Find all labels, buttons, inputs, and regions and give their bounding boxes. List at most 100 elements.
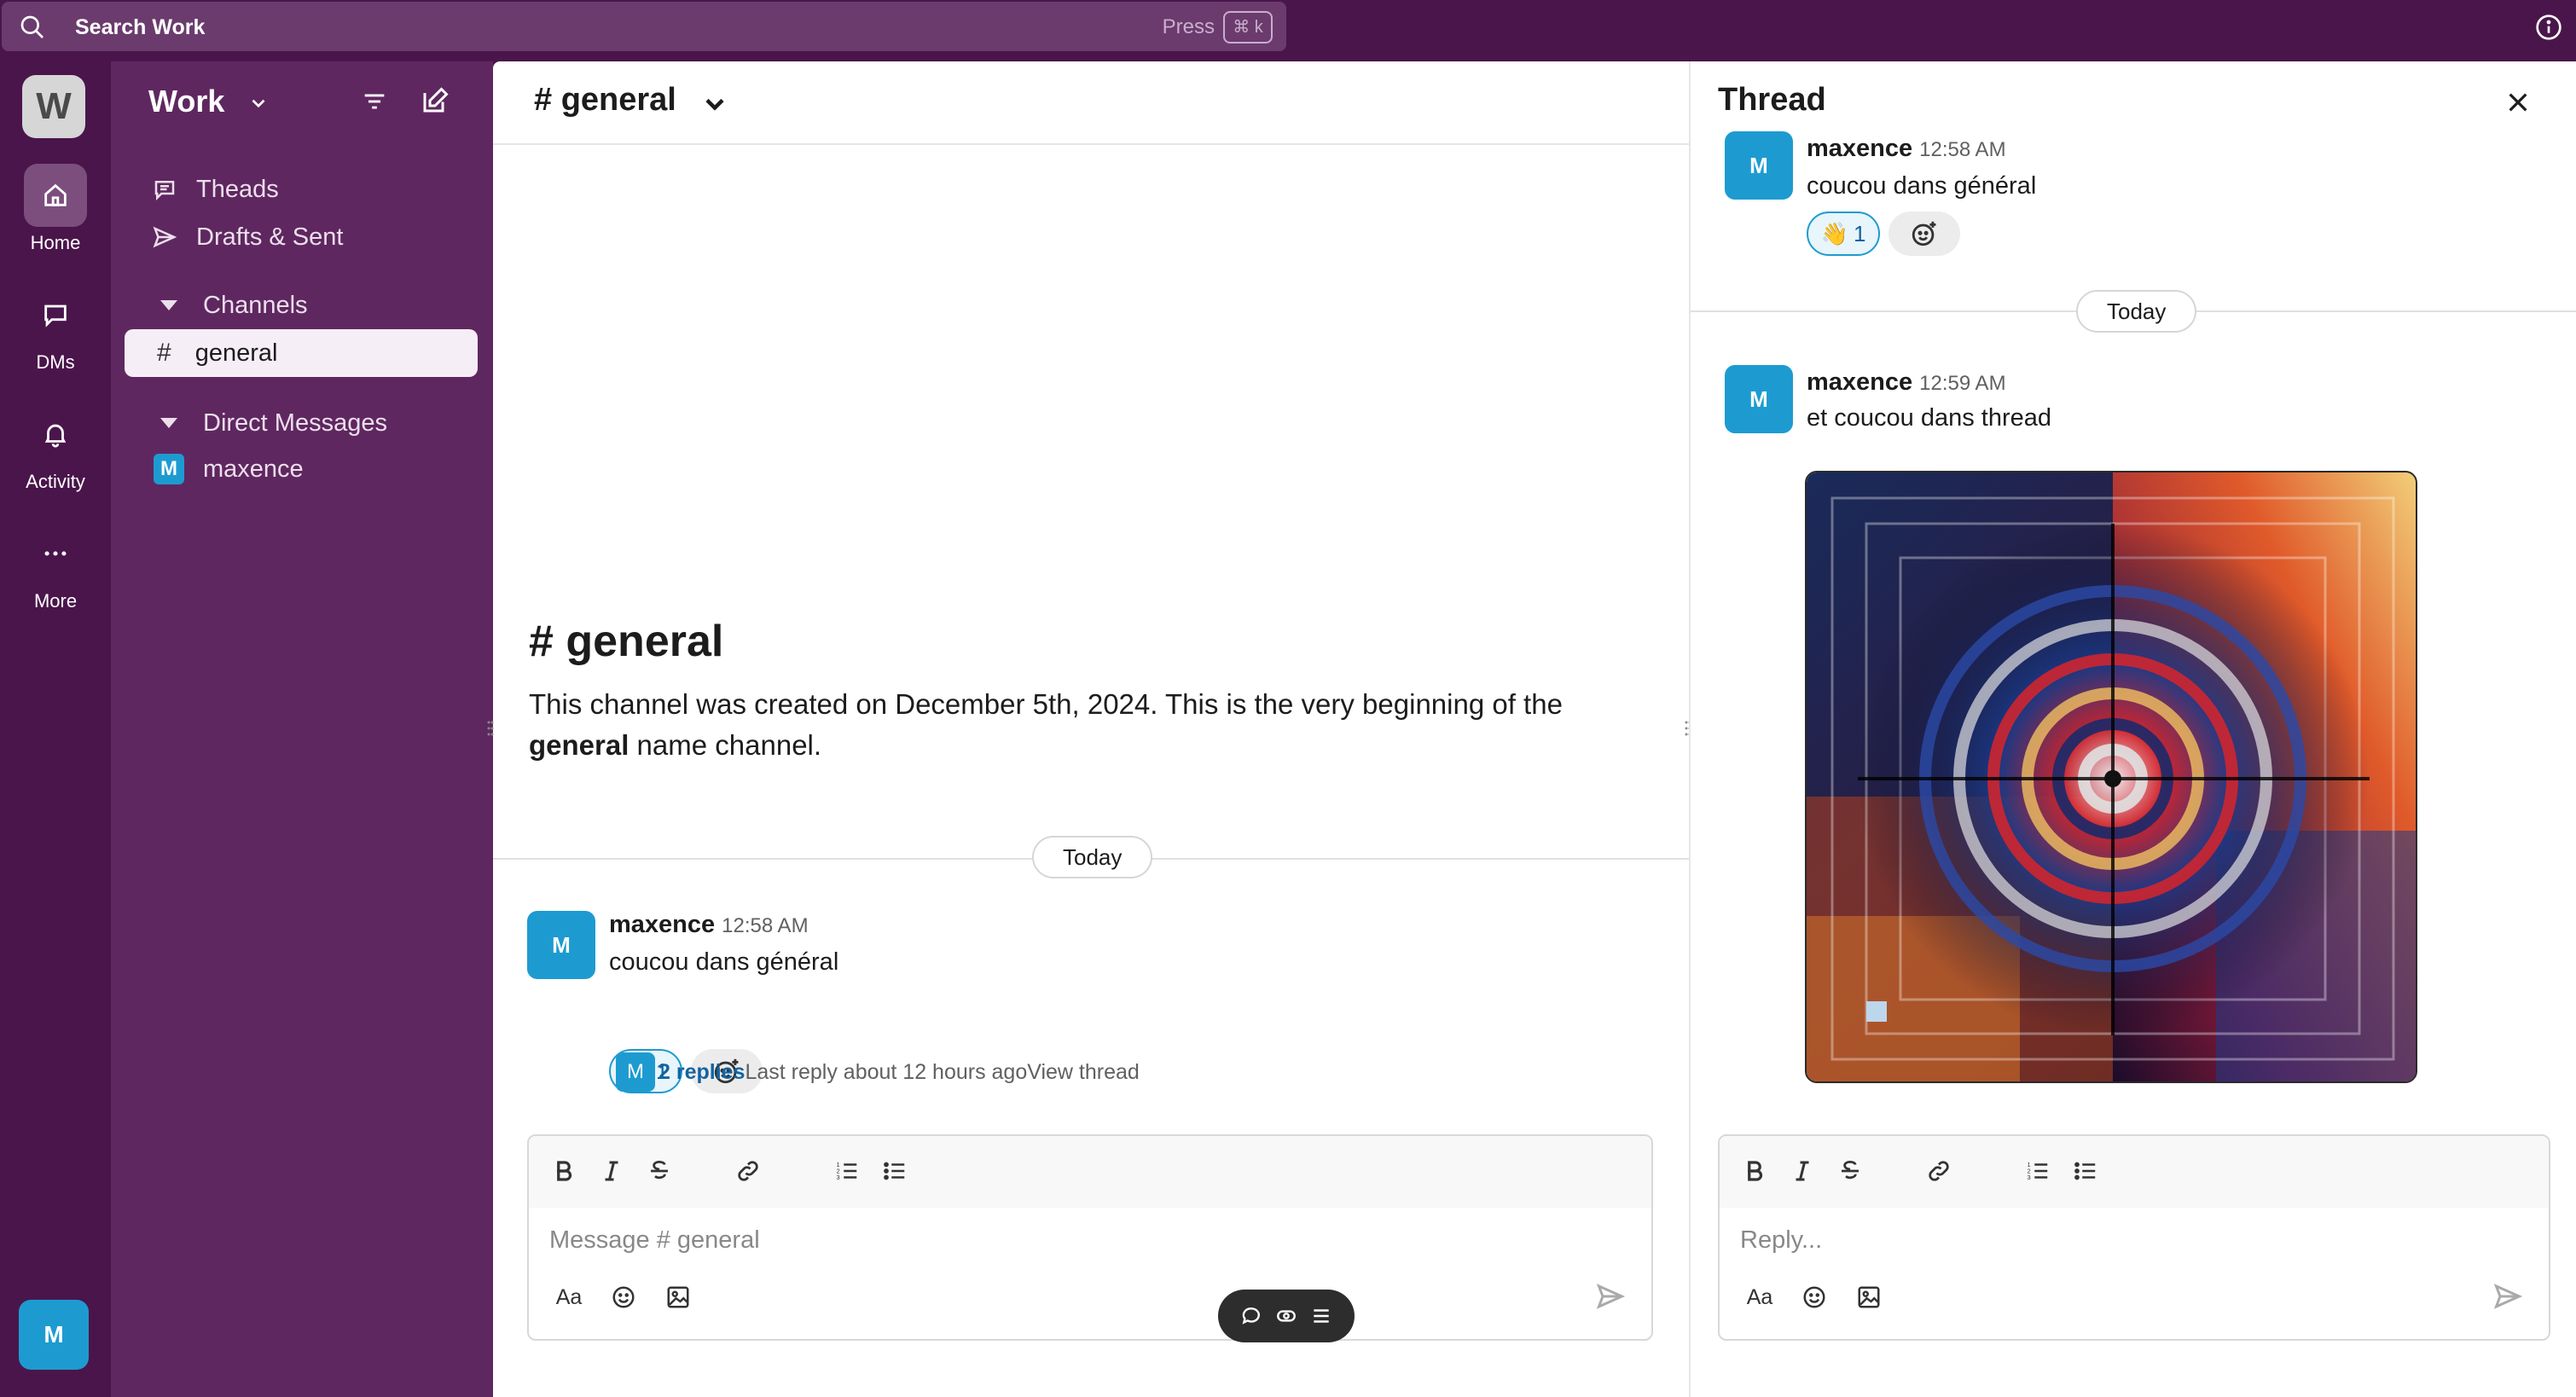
emoji-button[interactable] xyxy=(609,1283,638,1312)
dm-section-toggle[interactable]: Direct Messages xyxy=(154,403,387,443)
caret-down-icon xyxy=(160,418,177,428)
message-time: 12:58 AM xyxy=(722,914,809,937)
text-format-icon: Aa xyxy=(555,1284,583,1309)
sidebar-item-label: Drafts & Sent xyxy=(196,223,344,251)
channel-intro-title: # general xyxy=(529,617,724,666)
avatar[interactable]: M xyxy=(1725,131,1793,200)
sidebar-item-general[interactable]: # general xyxy=(125,329,478,377)
image-upload-button[interactable] xyxy=(664,1283,693,1312)
sidebar-item-drafts[interactable]: Drafts & Sent xyxy=(150,215,503,259)
reaction-button[interactable]: 👋 1 xyxy=(1807,212,1880,256)
channels-section-toggle[interactable]: Channels xyxy=(154,285,308,326)
channels-section-label: Channels xyxy=(203,291,308,319)
bold-icon xyxy=(1748,1161,1763,1181)
strikethrough-button[interactable] xyxy=(645,1156,674,1185)
info-icon[interactable] xyxy=(2535,14,2562,41)
user-avatar[interactable]: M xyxy=(19,1300,89,1370)
thread-header: Thread xyxy=(1691,61,2576,145)
workspace-name[interactable]: Work xyxy=(148,84,224,119)
chevron-down-icon[interactable] xyxy=(699,89,730,119)
search-shortcut: ⌘ k xyxy=(1223,11,1273,43)
caret-down-icon xyxy=(160,300,177,310)
message-author[interactable]: maxence 12:58 AM xyxy=(1807,135,2006,163)
svg-text:3: 3 xyxy=(2028,1174,2031,1181)
rail-item-label: DMs xyxy=(36,351,75,373)
text-format-button[interactable]: Aa xyxy=(1745,1283,1774,1312)
message-input[interactable]: Message # general xyxy=(549,1226,760,1255)
thread-replies[interactable]: M 2 replies Last reply about 12 hours ag… xyxy=(616,1052,1140,1092)
compose-icon[interactable] xyxy=(420,85,450,116)
rail-item-dms[interactable]: DMs xyxy=(0,283,111,374)
message-time: 12:58 AM xyxy=(1919,138,2006,161)
emoji-button[interactable] xyxy=(1800,1283,1829,1312)
text-format-button[interactable]: Aa xyxy=(554,1283,583,1312)
thread-title: Thread xyxy=(1718,82,1826,118)
chevron-down-icon[interactable] xyxy=(247,92,270,114)
strikethrough-icon xyxy=(1842,1160,1859,1180)
channel-title[interactable]: # general xyxy=(534,82,676,119)
emoji-icon xyxy=(1803,1286,1825,1308)
toggle-icon[interactable] xyxy=(1275,1305,1297,1327)
ordered-list-button[interactable]: 123 xyxy=(2023,1156,2052,1185)
ordered-list-icon: 123 xyxy=(837,1161,857,1181)
send-icon[interactable] xyxy=(1595,1281,1626,1312)
rail-item-activity[interactable]: Activity xyxy=(0,403,111,493)
channel-header: # general xyxy=(493,61,1689,145)
view-thread-link[interactable]: View thread xyxy=(1027,1060,1140,1085)
close-icon[interactable] xyxy=(2504,89,2532,116)
avatar[interactable]: M xyxy=(527,911,595,979)
more-icon xyxy=(44,551,67,556)
italic-button[interactable] xyxy=(597,1156,626,1185)
rail-item-label: Activity xyxy=(26,471,85,492)
rail-item-label: More xyxy=(33,590,78,612)
channel-label: general xyxy=(194,339,278,367)
search-bar[interactable]: Search Work Press ⌘ k xyxy=(2,2,1286,51)
channel-pane: # general # general This channel was cre… xyxy=(493,61,1689,1397)
author-name: maxence xyxy=(1807,135,1913,162)
reaction-count: 1 xyxy=(1853,220,1866,246)
bold-button[interactable] xyxy=(1740,1156,1769,1185)
ordered-list-button[interactable]: 123 xyxy=(833,1156,862,1185)
message-author[interactable]: maxence 12:58 AM xyxy=(609,911,809,939)
workspace-icon[interactable]: W xyxy=(22,75,85,138)
avatar: M xyxy=(154,454,184,484)
bullet-list-button[interactable] xyxy=(880,1156,909,1185)
rail-item-home[interactable]: Home xyxy=(0,164,111,254)
link-button[interactable] xyxy=(734,1156,763,1185)
send-icon[interactable] xyxy=(2492,1281,2523,1312)
link-button[interactable] xyxy=(1924,1156,1953,1185)
text-format-icon: Aa xyxy=(1746,1284,1773,1309)
sidebar-item-dm-maxence[interactable]: M maxence xyxy=(154,447,507,491)
last-reply-text: Last reply about 12 hours ago xyxy=(745,1059,1028,1084)
rail-item-more[interactable]: More xyxy=(0,522,111,612)
message-text: coucou dans général xyxy=(1807,172,2037,200)
italic-button[interactable] xyxy=(1788,1156,1817,1185)
format-toolbar: 123 xyxy=(1720,1136,2549,1208)
strikethrough-button[interactable] xyxy=(1836,1156,1865,1185)
svg-text:3: 3 xyxy=(837,1174,840,1181)
image-icon xyxy=(667,1286,689,1308)
image-upload-button[interactable] xyxy=(1854,1283,1883,1312)
bullet-list-button[interactable] xyxy=(2071,1156,2100,1185)
add-reaction-button[interactable] xyxy=(1888,212,1960,256)
send-icon xyxy=(153,226,177,248)
bullet-list-icon xyxy=(884,1162,905,1180)
message-author[interactable]: maxence 12:59 AM xyxy=(1807,368,2006,397)
filter-icon[interactable] xyxy=(360,87,389,116)
sidebar-item-threads[interactable]: Theads xyxy=(150,167,503,212)
intro-text-part: This channel was created on December 5th… xyxy=(529,688,1563,720)
search-label: Search Work xyxy=(75,15,206,39)
message-time: 12:59 AM xyxy=(1919,372,2006,395)
chat-bubble-icon[interactable] xyxy=(1240,1305,1262,1327)
avatar[interactable]: M xyxy=(1725,365,1793,433)
channel-intro-text: This channel was created on December 5th… xyxy=(529,684,1638,766)
reply-input[interactable]: Reply... xyxy=(1740,1226,1822,1255)
link-icon xyxy=(1929,1161,1949,1181)
list-icon[interactable] xyxy=(1310,1305,1332,1327)
bold-button[interactable] xyxy=(549,1156,578,1185)
reply-count-link[interactable]: 2 replies xyxy=(659,1060,745,1085)
hash-icon: # xyxy=(157,339,171,367)
emoji-add-icon xyxy=(1912,221,1936,246)
attached-image[interactable] xyxy=(1805,471,2417,1083)
sidebar-resize-handle[interactable] xyxy=(484,716,496,740)
